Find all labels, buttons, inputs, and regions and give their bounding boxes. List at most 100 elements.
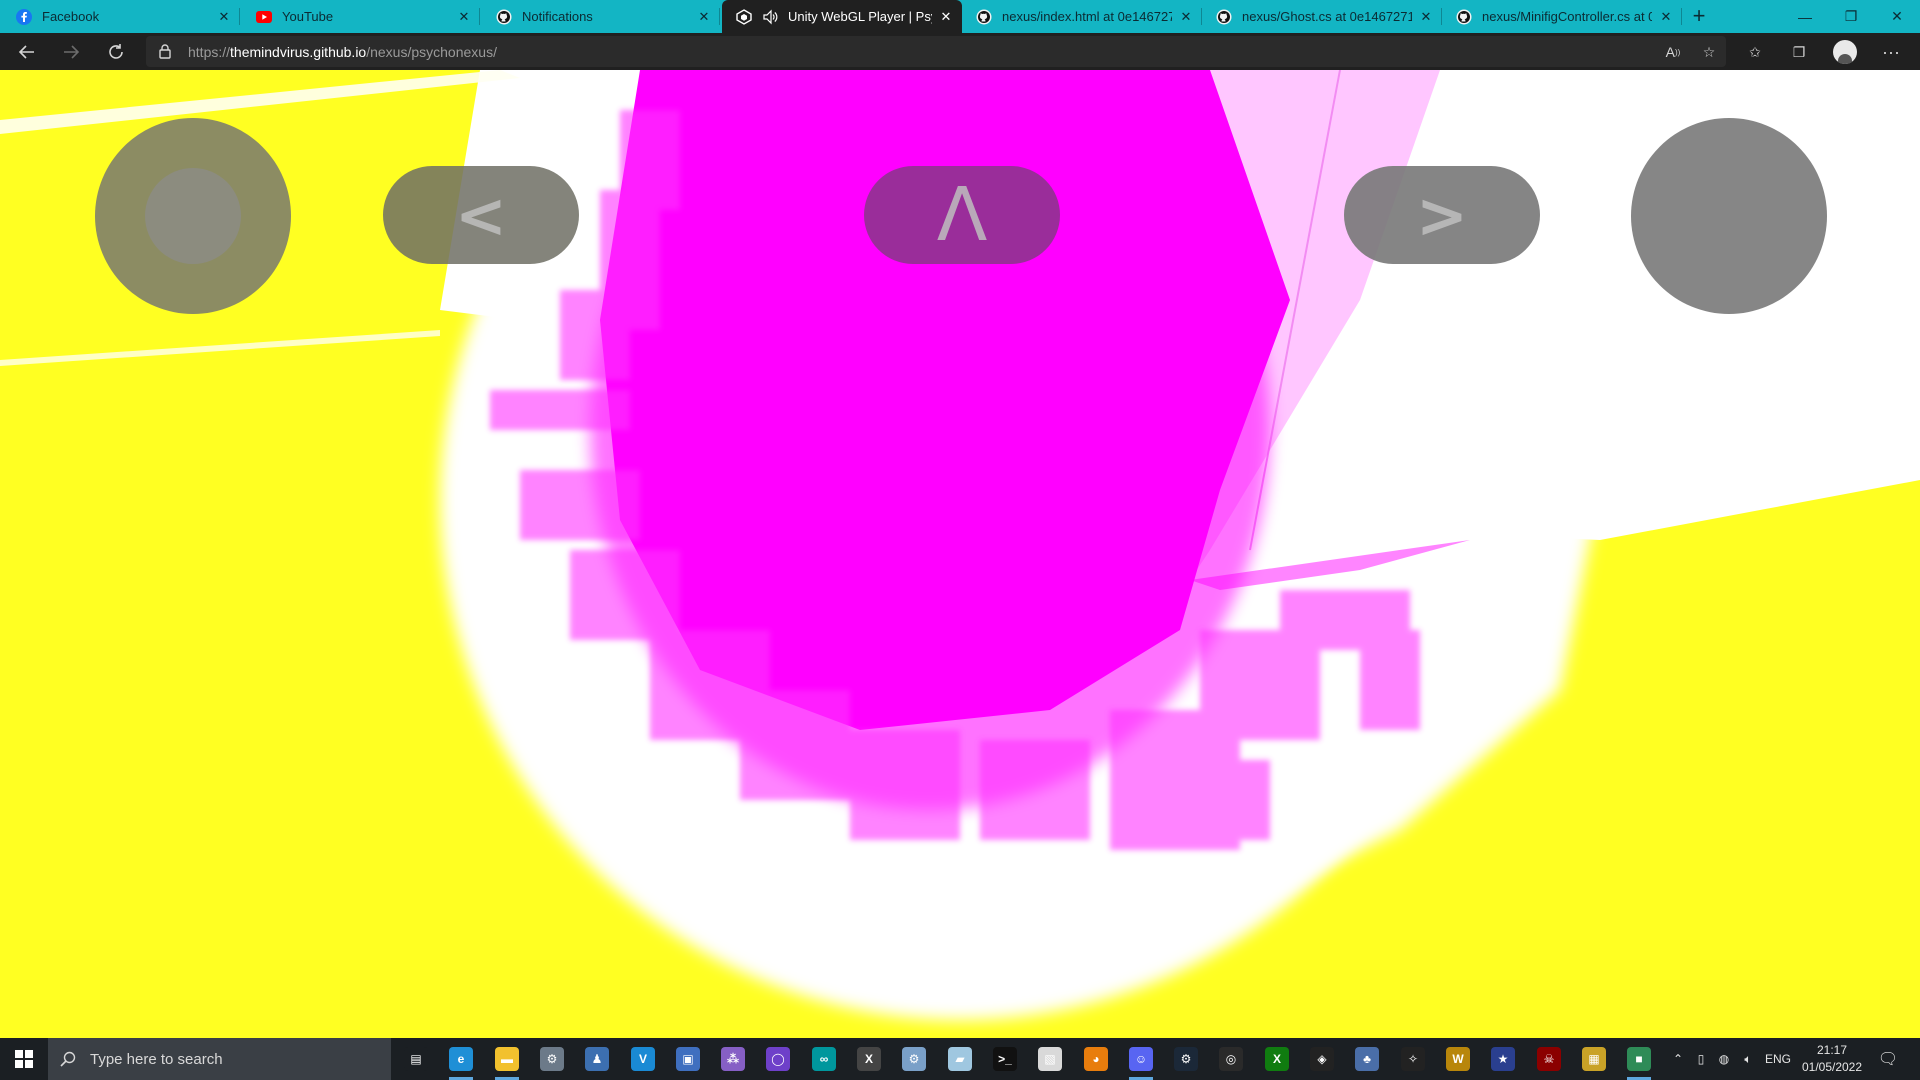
collections-icon[interactable]: ❐ [1786, 39, 1812, 65]
wow-icon: W [1446, 1047, 1470, 1071]
taskbar-app-button[interactable]: ⚙ [892, 1038, 936, 1080]
joystick-knob [145, 168, 241, 264]
show-hidden-icons-chevron-icon[interactable]: ⌃ [1666, 1038, 1690, 1080]
taskbar-app-button[interactable]: ∞ [802, 1038, 846, 1080]
discord-icon: ☺ [1129, 1047, 1153, 1071]
close-tab-icon[interactable]: ✕ [1178, 9, 1194, 25]
taskbar-app-button[interactable]: ◯ [756, 1038, 800, 1080]
restore-window-icon[interactable]: ❐ [1828, 0, 1874, 33]
edge-icon: e [449, 1047, 473, 1071]
github-icon [1216, 9, 1232, 25]
taskbar-app-button[interactable]: ✧ [1391, 1038, 1435, 1080]
browser-tab[interactable]: YouTube ✕ [242, 0, 480, 33]
jump-up-button[interactable]: Λ [864, 166, 1060, 264]
browser-tab[interactable]: nexus/MinifigController.cs at 0e ✕ [1442, 0, 1682, 33]
browser-tab[interactable]: Unity WebGL Player | Psych ✕ [722, 0, 962, 33]
unity-webgl-canvas[interactable]: < Λ > [0, 70, 1920, 1038]
back-button[interactable] [12, 37, 42, 67]
add-favorite-icon[interactable]: ☆ [1696, 39, 1722, 65]
more-menu-icon[interactable]: ··· [1878, 39, 1904, 65]
github-desktop-icon: ◯ [766, 1047, 790, 1071]
taskbar-app-button[interactable]: ▣ [666, 1038, 710, 1080]
browser-tab[interactable]: nexus/index.html at 0e1467271d ✕ [962, 0, 1202, 33]
app-icon-7: ♣ [1355, 1047, 1379, 1071]
taskbar-app-button[interactable]: >_ [983, 1038, 1027, 1080]
close-tab-icon[interactable]: ✕ [696, 9, 712, 25]
github-icon [496, 9, 512, 25]
refresh-icon [109, 44, 123, 59]
taskbar-app-button[interactable]: ⚙ [530, 1038, 574, 1080]
taskbar-app-button[interactable]: e [439, 1038, 483, 1080]
action-button[interactable] [1631, 118, 1827, 314]
tab-separator [1681, 8, 1682, 25]
taskbar-app-button[interactable]: V [621, 1038, 665, 1080]
speaker-icon[interactable] [762, 9, 778, 25]
clock[interactable]: 21:17 01/05/2022 [1797, 1042, 1867, 1076]
taskbar-app-button[interactable]: ♣ [1345, 1038, 1389, 1080]
taskbar-app-button[interactable]: X [847, 1038, 891, 1080]
lock-icon[interactable] [158, 43, 172, 59]
taskbar-app-button[interactable]: X [1255, 1038, 1299, 1080]
notifications-icon[interactable]: 🗨︎ [1870, 1038, 1906, 1080]
taskbar-app-button[interactable]: ⁂ [711, 1038, 755, 1080]
taskbar-app-button[interactable]: ♟ [575, 1038, 619, 1080]
minimize-window-icon[interactable]: — [1782, 0, 1828, 33]
taskbar-app-button[interactable]: ◎ [1209, 1038, 1253, 1080]
favorites-icon[interactable]: ✩ [1742, 39, 1768, 65]
obs-icon: ◎ [1219, 1047, 1243, 1071]
profile-avatar[interactable] [1832, 39, 1858, 65]
language-indicator[interactable]: ENG [1762, 1038, 1794, 1080]
windows-taskbar: Type here to search ▤ e ▬ ⚙ ♟ V ▣ ⁂ ◯ ∞ X ⚙ ▰ >_ ▧ ◕ ☺ ⚙ ◎… [0, 1038, 1920, 1080]
close-tab-icon[interactable]: ✕ [456, 9, 472, 25]
browser-tab-title: Notifications [522, 9, 593, 24]
taskbar-app-button[interactable]: ▰ [938, 1038, 982, 1080]
network-globe-icon[interactable]: ◍ [1712, 1038, 1736, 1080]
app-icon-3: ▣ [676, 1047, 700, 1071]
taskbar-app-button[interactable]: ▧ [1028, 1038, 1072, 1080]
url-text[interactable]: https://themindvirus.github.io/nexus/psy… [188, 44, 497, 60]
joystick-button[interactable] [95, 118, 291, 314]
read-aloud-icon[interactable]: A)) [1660, 39, 1686, 65]
move-right-button[interactable]: > [1344, 166, 1540, 264]
clock-time: 21:17 [1816, 1043, 1848, 1057]
move-left-button[interactable]: < [383, 166, 579, 264]
close-tab-icon[interactable]: ✕ [216, 9, 232, 25]
volume-icon[interactable]: 🔈︎ [1736, 1038, 1760, 1080]
close-window-icon[interactable]: ✕ [1874, 0, 1920, 33]
new-tab-button[interactable]: + [1686, 4, 1712, 30]
app-icon-8: ✧ [1401, 1047, 1425, 1071]
taskbar-app-button[interactable]: W [1436, 1038, 1480, 1080]
browser-tab[interactable]: Facebook ✕ [2, 0, 240, 33]
close-tab-icon[interactable]: ✕ [1658, 9, 1674, 25]
app-icon-5: ▰ [948, 1047, 972, 1071]
taskbar-app-button[interactable]: ⚙ [1164, 1038, 1208, 1080]
xming-icon: X [857, 1047, 881, 1071]
browser-tab[interactable]: nexus/Ghost.cs at 0e1467271d9 ✕ [1202, 0, 1442, 33]
close-tab-icon[interactable]: ✕ [938, 9, 954, 25]
app-icon-9: ★ [1491, 1047, 1515, 1071]
taskbar-app-button[interactable]: ★ [1481, 1038, 1525, 1080]
taskbar-app-button[interactable]: ▦ [1572, 1038, 1616, 1080]
taskbar-search-box[interactable]: Type here to search [48, 1038, 391, 1080]
usb-device-icon[interactable]: ▯ [1690, 1038, 1712, 1080]
refresh-button[interactable] [101, 37, 131, 67]
blender-icon: ◕ [1084, 1047, 1108, 1071]
facebook-icon [16, 8, 32, 25]
forward-button[interactable] [56, 37, 86, 67]
taskbar-app-button[interactable]: ☠ [1527, 1038, 1571, 1080]
unity-icon: ◈ [1310, 1047, 1334, 1071]
taskbar-app-button[interactable]: ◕ [1074, 1038, 1118, 1080]
app-icon-12: ■ [1627, 1047, 1651, 1071]
taskbar-app-button[interactable]: ■ [1617, 1038, 1661, 1080]
browser-tab-title: nexus/MinifigController.cs at 0e [1482, 9, 1652, 24]
taskbar-app-button[interactable]: ☺ [1119, 1038, 1163, 1080]
taskbar-app-button[interactable]: ▬ [485, 1038, 529, 1080]
start-button[interactable] [0, 1038, 48, 1080]
close-tab-icon[interactable]: ✕ [1418, 9, 1434, 25]
tab-separator [479, 8, 480, 25]
browser-tab[interactable]: Notifications ✕ [482, 0, 720, 33]
taskbar-app-button[interactable]: ▤ [394, 1038, 438, 1080]
address-bar[interactable]: https://themindvirus.github.io/nexus/psy… [146, 36, 1726, 67]
file-explorer-icon: ▬ [495, 1047, 519, 1071]
taskbar-app-button[interactable]: ◈ [1300, 1038, 1344, 1080]
